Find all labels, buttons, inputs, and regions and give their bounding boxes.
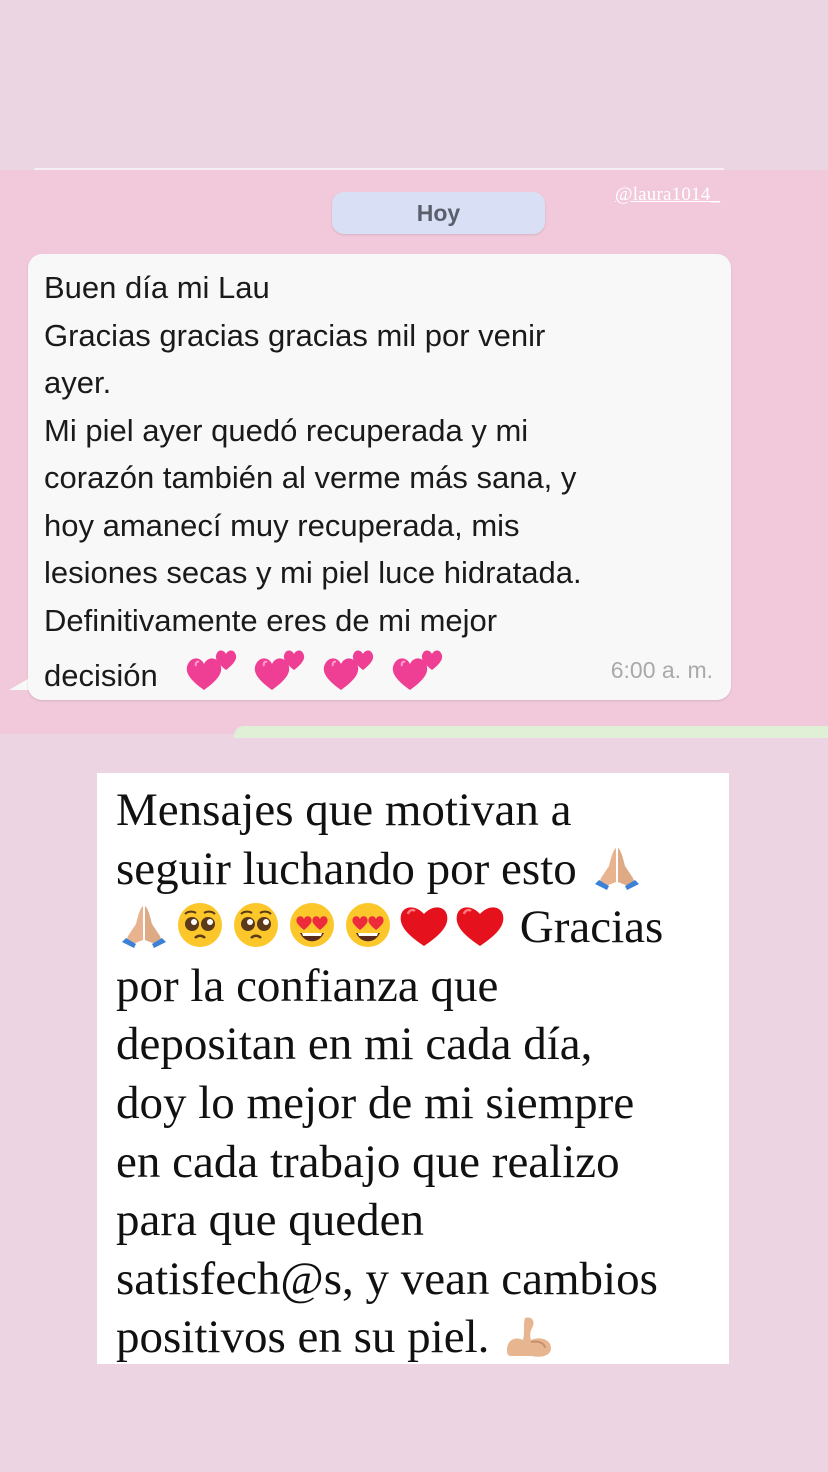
date-separator: Hoy [332, 192, 545, 234]
message-line: lesiones secas y mi piel luce hidratada. [44, 555, 582, 590]
caption-line: en cada trabajo que realizo [116, 1135, 620, 1188]
top-background [0, 0, 828, 170]
message-line: decisión [44, 658, 158, 693]
caption-line: satisfech@s, y vean cambios [116, 1252, 658, 1305]
message-line: Buen día mi Lau [44, 270, 270, 305]
red-heart-icon [452, 900, 508, 950]
heart-eyes-face-icon [340, 900, 396, 950]
two-hearts-icon [184, 644, 242, 694]
message-line: hoy amanecí muy recuperada, mis [44, 507, 520, 543]
pleading-face-icon [172, 900, 228, 950]
red-heart-icon [396, 900, 452, 950]
two-hearts-icon [390, 644, 448, 694]
mention-tag[interactable]: @laura1014_ [615, 184, 720, 206]
message-line: Mi piel ayer quedó recuperada y mi [44, 412, 529, 448]
two-hearts-icon [252, 644, 310, 694]
folded-hands-icon [589, 842, 645, 892]
next-bubble-edge [234, 726, 828, 738]
caption-line-with-emoji: seguir luchando por esto [116, 840, 726, 899]
caption-line: depositan en mi cada día, [116, 1018, 593, 1071]
hearts-emoji-group [184, 644, 450, 708]
story-caption-box: Mensajes que motivan a seguir luchando p… [97, 773, 729, 1364]
caption-line: por la confianza que [116, 959, 499, 1012]
caption-line: Gracias [519, 901, 664, 954]
caption-line-with-emoji: Gracias [116, 898, 726, 957]
caption-line: Mensajes que motivan a [116, 784, 572, 836]
caption-line: positivos en su piel. [116, 1311, 490, 1364]
pleading-face-icon [228, 900, 284, 950]
flexed-biceps-icon [501, 1310, 557, 1360]
message-line: corazón también al verme más sana, y [44, 460, 577, 495]
caption-line-with-emoji: positivos en su piel. [116, 1308, 726, 1367]
chat-screenshot: Hoy @laura1014_ Buen día mi Lau Gracias … [0, 170, 828, 738]
caption-line: seguir luchando por esto [116, 842, 577, 895]
folded-hands-icon [116, 900, 172, 950]
message-line: ayer. [44, 365, 112, 400]
heart-eyes-face-icon [284, 900, 340, 950]
message-line: Definitivamente eres de mi mejor [44, 602, 498, 638]
caption-text: Mensajes que motivan a seguir luchando p… [116, 781, 726, 1367]
message-text: Buen día mi Lau Gracias gracias gracias … [44, 264, 704, 708]
message-line: Gracias gracias gracias mil por venir [44, 317, 546, 353]
message-last-line: decisión [44, 644, 704, 708]
incoming-message-bubble[interactable]: Buen día mi Lau Gracias gracias gracias … [28, 254, 731, 700]
two-hearts-icon [321, 644, 379, 694]
message-timestamp: 6:00 a. m. [610, 657, 713, 683]
caption-line: para que queden [116, 1194, 424, 1247]
caption-line: doy lo mejor de mi siempre [116, 1076, 635, 1129]
